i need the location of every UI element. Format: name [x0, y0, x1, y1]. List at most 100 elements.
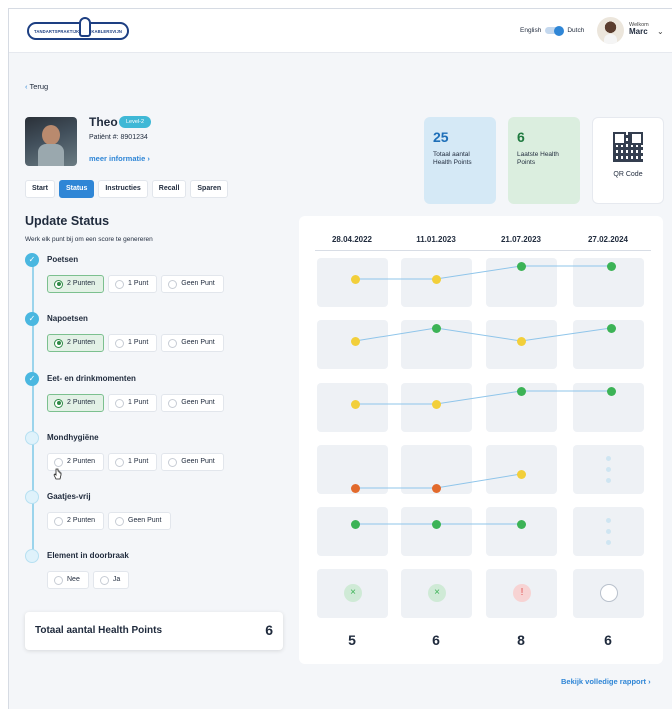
score-option[interactable]: 2 Punten	[47, 275, 105, 293]
score-option[interactable]: Geen Punt	[161, 275, 224, 293]
chevron-down-icon[interactable]: ⌄	[657, 27, 664, 36]
step-circle-icon	[25, 490, 39, 504]
language-toggle[interactable]	[545, 25, 565, 36]
score-option[interactable]: 1 Punt	[108, 275, 158, 293]
radio-button[interactable]	[54, 279, 63, 289]
timeline-line	[32, 261, 34, 556]
chevron-right-icon: ›	[648, 677, 651, 686]
score-dot-good	[431, 323, 441, 333]
chevron-right-icon: ›	[147, 154, 150, 163]
step-label: Mondhygiëne	[47, 433, 99, 442]
patient-number: Patiënt #: 8901234	[89, 134, 148, 141]
score-option[interactable]: Geen Punt	[108, 512, 171, 530]
score-option[interactable]: Ja	[92, 571, 130, 589]
more-info-label: meer informatie	[89, 154, 146, 163]
check-icon: ✓	[25, 312, 39, 326]
radio-button[interactable]	[54, 338, 63, 348]
logo-text-right: KABLERSVIJN	[91, 28, 122, 34]
practice-logo[interactable]: TANDARTSPRAKTIJK KABLERSVIJN	[27, 17, 129, 40]
tab-status[interactable]: Status	[58, 180, 95, 198]
score-dot-bad	[350, 483, 360, 493]
step-options: 2 Punten 1 Punt Geen Punt	[47, 453, 224, 471]
total-points-value: 25	[433, 129, 449, 145]
score-dot-medium	[350, 336, 360, 346]
score-option[interactable]: 1 Punt	[108, 334, 158, 352]
score-dot-good	[516, 261, 526, 271]
radio-button[interactable]	[99, 575, 109, 585]
option-label: Nee	[67, 576, 80, 583]
tab-recall[interactable]: Recall	[151, 180, 187, 198]
top-bar: TANDARTSPRAKTIJK KABLERSVIJN English Dut…	[9, 9, 672, 53]
radio-button[interactable]	[54, 398, 63, 408]
score-option[interactable]: Geen Punt	[161, 453, 224, 471]
option-label: 2 Punten	[67, 280, 96, 287]
score-dot-good	[606, 323, 616, 333]
check-icon: ✓	[25, 372, 39, 386]
radio-button[interactable]	[168, 398, 178, 408]
step-options: 2 Punten 1 Punt Geen Punt	[47, 334, 224, 352]
radio-button[interactable]	[115, 457, 125, 467]
score-dot-good	[606, 386, 616, 396]
tab-instructies[interactable]: Instructies	[98, 180, 148, 198]
score-dot-good	[516, 519, 526, 529]
step-options: 2 Punten 1 Punt Geen Punt	[47, 394, 224, 412]
chevron-left-icon: ‹	[25, 82, 28, 91]
user-menu[interactable]: Welkom Marc	[629, 22, 649, 37]
back-link[interactable]: ‹ Terug	[25, 82, 48, 91]
score-dot-medium	[516, 469, 526, 479]
patient-photo	[25, 117, 77, 166]
radio-button[interactable]	[168, 457, 178, 467]
more-info-link[interactable]: meer informatie ›	[89, 154, 150, 163]
back-label: Terug	[29, 82, 49, 91]
score-option[interactable]: 2 Punten	[47, 394, 105, 412]
full-report-link[interactable]: Bekijk volledige rapport ›	[561, 677, 651, 686]
score-dot-medium	[431, 274, 441, 284]
radio-button[interactable]	[168, 279, 178, 289]
score-option[interactable]: Geen Punt	[161, 394, 224, 412]
radio-button[interactable]	[115, 279, 125, 289]
qr-code-card[interactable]: QR Code	[592, 117, 664, 204]
option-label: 1 Punt	[128, 339, 149, 346]
score-option[interactable]: 2 Punten	[47, 334, 105, 352]
tab-start[interactable]: Start	[25, 180, 55, 198]
step-label: Gaatjes-vrij	[47, 492, 91, 501]
score-dot-bad	[431, 483, 441, 493]
radio-button[interactable]	[54, 575, 63, 585]
option-label: Geen Punt	[181, 399, 215, 406]
radio-button[interactable]	[54, 516, 63, 526]
score-option[interactable]: Geen Punt	[161, 334, 224, 352]
option-label: Geen Punt	[181, 458, 215, 465]
score-dot-good	[606, 261, 616, 271]
score-dot-good	[431, 519, 441, 529]
step-circle-icon	[25, 549, 39, 563]
lang-english[interactable]: English	[520, 27, 541, 34]
score-dot-good	[516, 386, 526, 396]
radio-button[interactable]	[54, 457, 63, 467]
check-icon: ✓	[25, 253, 39, 267]
radio-button[interactable]	[115, 398, 125, 408]
score-option[interactable]: 2 Punten	[47, 512, 105, 530]
user-avatar[interactable]	[597, 17, 624, 44]
radio-button[interactable]	[115, 338, 125, 348]
score-option[interactable]: Nee	[47, 571, 89, 589]
total-health-points-value: 6	[265, 622, 273, 638]
update-status-subtitle: Werk elk punt bij om een score te genere…	[25, 236, 153, 243]
score-dot-medium	[516, 336, 526, 346]
radio-button[interactable]	[115, 516, 125, 526]
tab-sparen[interactable]: Sparen	[190, 180, 229, 198]
score-option[interactable]: 1 Punt	[108, 394, 158, 412]
step-options: Nee Ja	[47, 571, 130, 589]
tooth-icon	[79, 17, 92, 37]
option-label: 1 Punt	[128, 399, 149, 406]
option-label: Geen Punt	[128, 517, 162, 524]
last-points-value: 6	[517, 129, 525, 145]
score-option[interactable]: 1 Punt	[108, 453, 158, 471]
radio-button[interactable]	[168, 338, 178, 348]
option-label: 2 Punten	[67, 458, 96, 465]
lang-dutch[interactable]: Dutch	[567, 27, 584, 34]
step-label: Poetsen	[47, 255, 79, 264]
total-points-label: Totaal aantal Health Points	[433, 151, 472, 167]
history-panel: 28.04.2022 11.01.2023 21.07.2023 27.02.2024…	[299, 216, 663, 664]
option-label: Geen Punt	[181, 339, 215, 346]
language-switch[interactable]: English Dutch	[520, 25, 584, 36]
